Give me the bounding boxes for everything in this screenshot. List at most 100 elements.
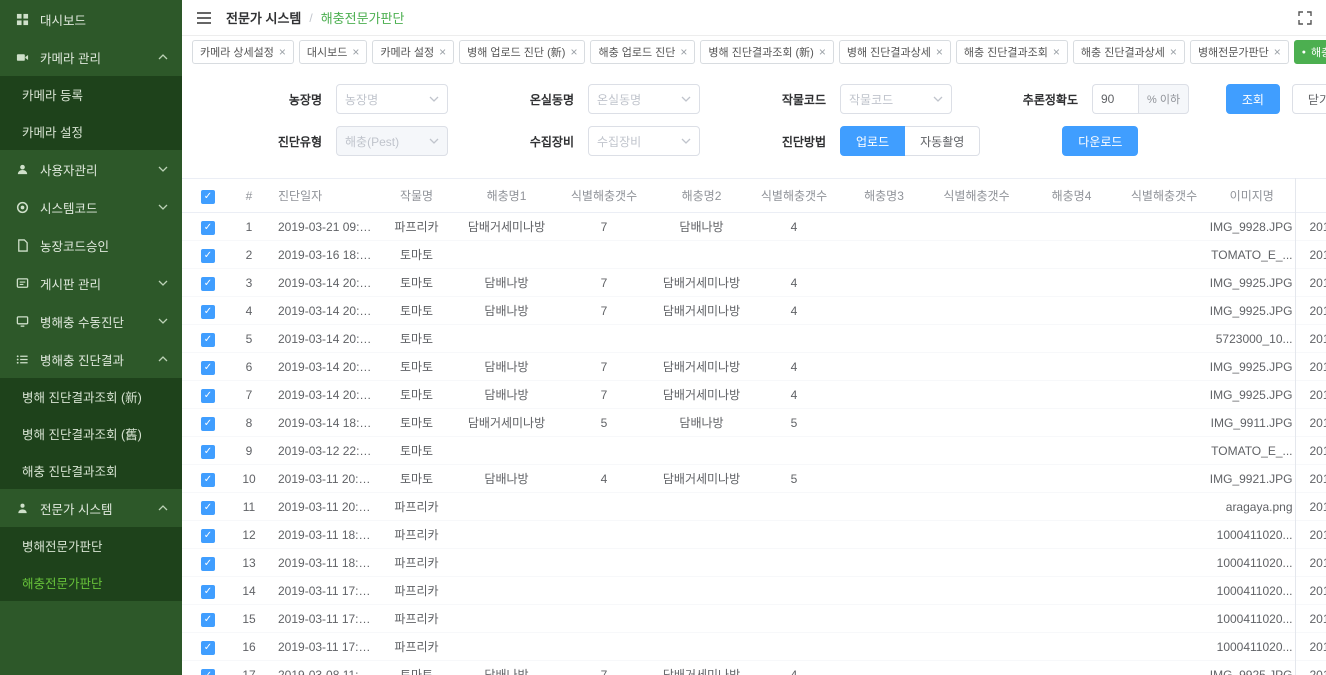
- row-checkbox[interactable]: ✓: [201, 669, 215, 675]
- sidebar-subitem[interactable]: 카메라 설정: [0, 113, 182, 150]
- close-icon[interactable]: ×: [279, 45, 286, 59]
- row-checkbox[interactable]: ✓: [201, 473, 215, 487]
- tab-label: 병해 진단결과조회 (新): [708, 44, 813, 60]
- sidebar-subitem[interactable]: 카메라 등록: [0, 76, 182, 113]
- tab[interactable]: 병해 진단결과상세×: [839, 40, 951, 64]
- table-row[interactable]: ✓122019-03-11 18:22:20파프리카1000411020...2…: [182, 521, 1326, 549]
- table-row[interactable]: ✓32019-03-14 20:59:38토마토담배나방7담배거세미나방4IMG…: [182, 269, 1326, 297]
- fullscreen-icon[interactable]: [1298, 11, 1312, 25]
- close-icon[interactable]: ×: [352, 45, 359, 59]
- table-cell: 2019-03-11 20:04:40: [264, 465, 374, 493]
- row-checkbox[interactable]: ✓: [201, 557, 215, 571]
- select-all-checkbox[interactable]: ✓: [201, 190, 215, 204]
- tab[interactable]: 해충 진단결과상세×: [1073, 40, 1185, 64]
- sidebar-subitem[interactable]: 해충 진단결과조회: [0, 452, 182, 489]
- table-row[interactable]: ✓142019-03-11 17:46:58파프리카1000411020...2…: [182, 577, 1326, 605]
- sidebar-item[interactable]: 시스템코드: [0, 188, 182, 226]
- sidebar-item[interactable]: 농장코드승인: [0, 226, 182, 264]
- tab[interactable]: 병해 업로드 진단 (新) ×: [459, 40, 585, 64]
- tab[interactable]: 카메라 설정×: [372, 40, 454, 64]
- row-checkbox[interactable]: ✓: [201, 529, 215, 543]
- sidebar-subitem[interactable]: 병해 진단결과조회 (新): [0, 378, 182, 415]
- row-checkbox[interactable]: ✓: [201, 641, 215, 655]
- tab[interactable]: 카메라 상세설정×: [192, 40, 294, 64]
- method-label: 진단방법: [750, 133, 826, 150]
- table-row[interactable]: ✓42019-03-14 20:58:46토마토담배나방7담배거세미나방4IMG…: [182, 297, 1326, 325]
- tab[interactable]: 병해 진단결과조회 (新) ×: [700, 40, 833, 64]
- table-row[interactable]: ✓22019-03-16 18:24:43토마토TOMATO_E_...2019: [182, 241, 1326, 269]
- row-checkbox[interactable]: ✓: [201, 417, 215, 431]
- tab-label: 병해 업로드 진단 (新): [467, 44, 565, 60]
- table-cell: 7: [554, 213, 654, 241]
- table-cell: [749, 549, 839, 577]
- table-row[interactable]: ✓112019-03-11 20:02:41파프리카aragaya.png201…: [182, 493, 1326, 521]
- close-button[interactable]: 닫기: [1292, 84, 1326, 114]
- table-cell: [839, 633, 929, 661]
- row-checkbox[interactable]: ✓: [201, 305, 215, 319]
- farm-select[interactable]: 농장명: [336, 84, 448, 114]
- method-upload-button[interactable]: 업로드: [840, 126, 905, 156]
- tab[interactable]: 해충 업로드 진단×: [590, 40, 695, 64]
- sidebar-subitem[interactable]: 병해 진단결과조회 (舊): [0, 415, 182, 452]
- table-row[interactable]: ✓62019-03-14 20:31:03토마토담배나방7담배거세미나방4IMG…: [182, 353, 1326, 381]
- diag-type-select[interactable]: 해충(Pest): [336, 126, 448, 156]
- table-cell: [1119, 213, 1209, 241]
- device-select[interactable]: 수집장비: [588, 126, 700, 156]
- table-cell: [554, 577, 654, 605]
- tab[interactable]: 해충 진단결과조회 ×: [956, 40, 1068, 64]
- sidebar-item[interactable]: 전문가 시스템: [0, 489, 182, 527]
- accuracy-input[interactable]: [1092, 84, 1138, 114]
- close-icon[interactable]: ×: [680, 45, 687, 59]
- close-icon[interactable]: ×: [936, 45, 943, 59]
- row-checkbox[interactable]: ✓: [201, 585, 215, 599]
- row-checkbox[interactable]: ✓: [201, 389, 215, 403]
- close-icon[interactable]: ×: [439, 45, 446, 59]
- table-row[interactable]: ✓132019-03-11 18:22:03파프리카1000411020...2…: [182, 549, 1326, 577]
- chevron-down-icon: [429, 96, 439, 102]
- tab[interactable]: 병해전문가판단×: [1190, 40, 1289, 64]
- tab-label: 해충 진단결과조회: [964, 44, 1048, 60]
- close-icon[interactable]: ×: [1170, 45, 1177, 59]
- table-row[interactable]: ✓92019-03-12 22:34:44토마토TOMATO_E_...2019: [182, 437, 1326, 465]
- sidebar-item[interactable]: 병해충 진단결과: [0, 340, 182, 378]
- row-checkbox[interactable]: ✓: [201, 613, 215, 627]
- row-checkbox[interactable]: ✓: [201, 445, 215, 459]
- sidebar-item[interactable]: 대시보드: [0, 0, 182, 38]
- download-button[interactable]: 다운로드: [1062, 126, 1138, 156]
- table-row[interactable]: ✓162019-03-11 17:43:34파프리카1000411020...2…: [182, 633, 1326, 661]
- table-row[interactable]: ✓102019-03-11 20:04:40토마토담배나방4담배거세미나방5IM…: [182, 465, 1326, 493]
- row-checkbox[interactable]: ✓: [201, 501, 215, 515]
- close-icon[interactable]: ×: [1274, 45, 1281, 59]
- chevron-down-icon: [933, 96, 943, 102]
- sidebar-item[interactable]: 병해충 수동진단: [0, 302, 182, 340]
- close-icon[interactable]: ×: [570, 45, 577, 59]
- row-checkbox[interactable]: ✓: [201, 221, 215, 235]
- search-button[interactable]: 조회: [1226, 84, 1280, 114]
- tab-active[interactable]: ●해충전문가판단×: [1294, 40, 1326, 64]
- table-row[interactable]: ✓82019-03-14 18:25:32토마토담배거세미나방5담배나방5IMG…: [182, 409, 1326, 437]
- table-row[interactable]: ✓52019-03-14 20:38:56토마토5723000_10...201…: [182, 325, 1326, 353]
- table-cell: 7: [554, 353, 654, 381]
- sidebar-item[interactable]: 게시판 관리: [0, 264, 182, 302]
- table-row[interactable]: ✓72019-03-14 20:13:53토마토담배나방7담배거세미나방4IMG…: [182, 381, 1326, 409]
- sidebar-subitem[interactable]: 병해전문가판단: [0, 527, 182, 564]
- row-checkbox-cell: ✓: [182, 381, 234, 409]
- tab[interactable]: 대시보드×: [299, 40, 368, 64]
- sidebar-subitem[interactable]: 해충전문가판단: [0, 564, 182, 601]
- row-checkbox[interactable]: ✓: [201, 277, 215, 291]
- table-row[interactable]: ✓152019-03-11 17:44:33파프리카1000411020...2…: [182, 605, 1326, 633]
- table-row[interactable]: ✓12019-03-21 09:22:00파프리카담배거세미나방7담배나방4IM…: [182, 213, 1326, 241]
- close-icon[interactable]: ×: [819, 45, 826, 59]
- table-cell: 7: [554, 269, 654, 297]
- row-checkbox[interactable]: ✓: [201, 333, 215, 347]
- menu-toggle-icon[interactable]: [196, 11, 212, 25]
- close-icon[interactable]: ×: [1053, 45, 1060, 59]
- row-checkbox[interactable]: ✓: [201, 249, 215, 263]
- table-row[interactable]: ✓172019-03-08 11:17:59토마토담배나방7담배거세미나방4IM…: [182, 661, 1326, 675]
- method-autocapture-button[interactable]: 자동촬영: [905, 126, 980, 156]
- greenhouse-select[interactable]: 온실동명: [588, 84, 700, 114]
- crop-code-select[interactable]: 작물코드: [840, 84, 952, 114]
- sidebar-item[interactable]: 카메라 관리: [0, 38, 182, 76]
- sidebar-item[interactable]: 사용자관리: [0, 150, 182, 188]
- row-checkbox[interactable]: ✓: [201, 361, 215, 375]
